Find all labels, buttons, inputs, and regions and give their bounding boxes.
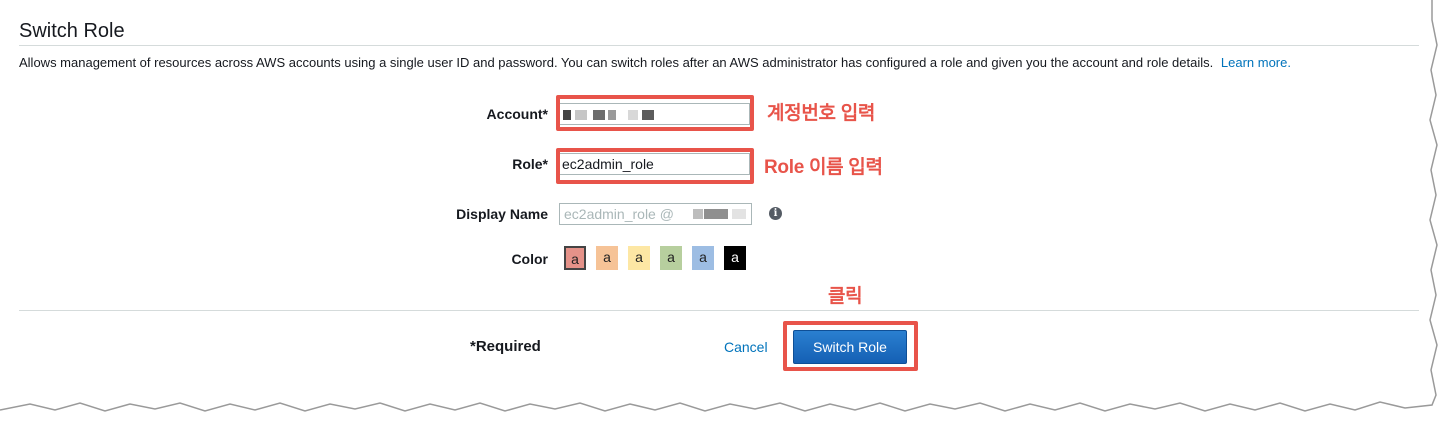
page-description: Allows management of resources across AW…	[19, 55, 1291, 70]
switch-role-page: Switch Role Allows management of resourc…	[0, 0, 1446, 429]
account-highlight	[556, 95, 754, 131]
required-note: *Required	[470, 338, 541, 355]
title-divider	[19, 45, 1419, 46]
color-swatch-blue[interactable]: a	[692, 246, 714, 270]
display-name-placeholder: ec2admin_role @	[564, 206, 674, 222]
info-icon[interactable]: i	[769, 207, 782, 220]
footer-divider	[19, 310, 1419, 311]
color-swatch-green[interactable]: a	[660, 246, 682, 270]
description-text: Allows management of resources across AW…	[19, 55, 1214, 70]
learn-more-link[interactable]: Learn more.	[1221, 55, 1291, 70]
color-swatch-yellow[interactable]: a	[628, 246, 650, 270]
page-title: Switch Role	[19, 20, 125, 42]
account-annotation: 계정번호 입력	[767, 103, 876, 124]
color-swatch-red[interactable]: a	[564, 246, 586, 270]
account-label: Account*	[486, 106, 548, 122]
color-label: Color	[511, 251, 548, 267]
role-annotation: Role 이름 입력	[764, 157, 883, 178]
color-swatch-black[interactable]: a	[724, 246, 746, 270]
cancel-link[interactable]: Cancel	[724, 339, 768, 355]
switch-role-button[interactable]: Switch Role	[793, 330, 907, 364]
role-highlight	[556, 148, 754, 184]
display-name-label: Display Name	[456, 206, 548, 222]
color-swatch-orange[interactable]: a	[596, 246, 618, 270]
click-annotation: 클릭	[828, 286, 863, 307]
role-label: Role*	[512, 156, 548, 172]
